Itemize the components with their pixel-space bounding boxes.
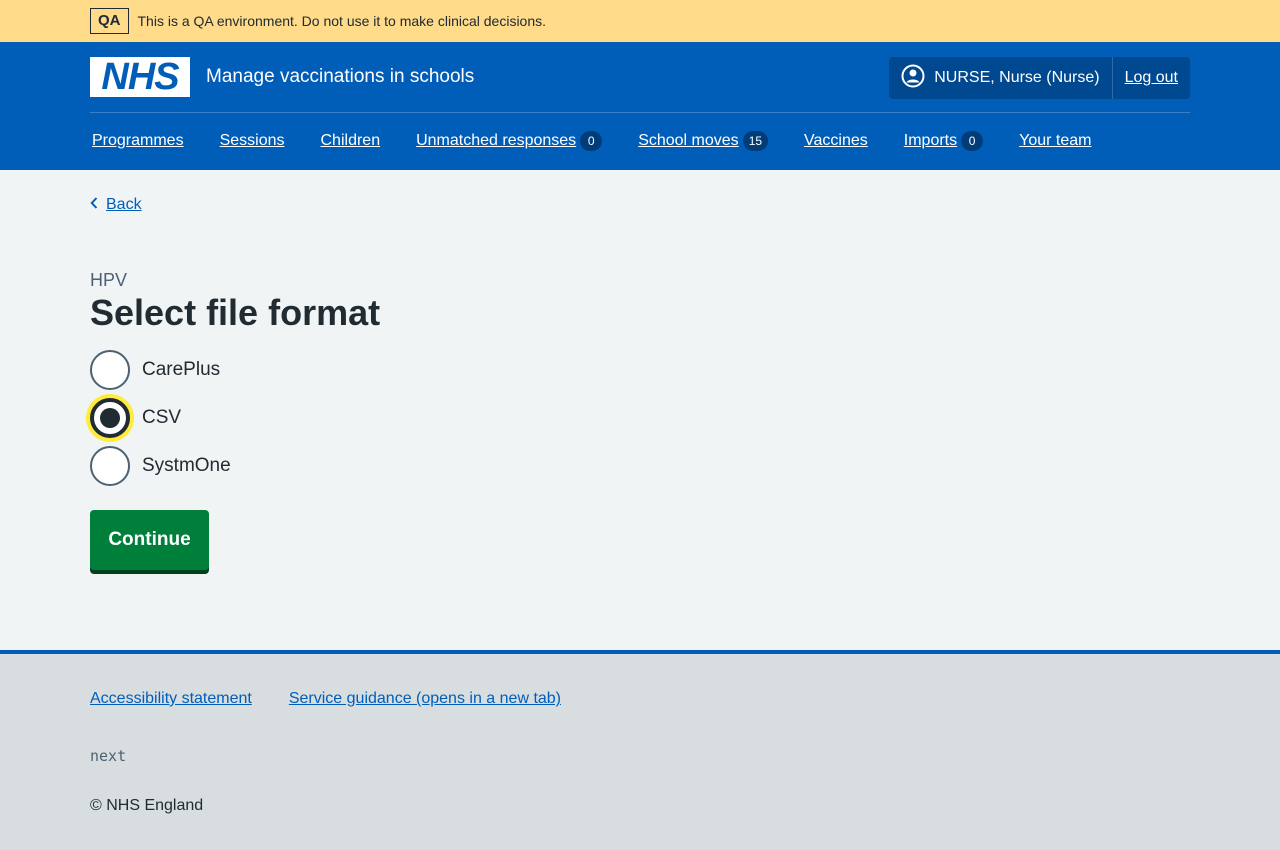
service-name[interactable]: Manage vaccinations in schools — [206, 66, 474, 88]
nav-item-vaccines[interactable]: Vaccines — [804, 132, 868, 150]
radio-csv[interactable]: CSV — [90, 398, 231, 438]
radio-careplus[interactable]: CarePlus — [90, 350, 231, 390]
account-menu: NURSE, Nurse (Nurse) Log out — [889, 57, 1190, 99]
back-link-label[interactable]: Back — [106, 196, 142, 214]
count-badge: 0 — [580, 131, 603, 151]
footer-link-accessibility[interactable]: Accessibility statement — [90, 690, 252, 708]
nav-item-children[interactable]: Children — [321, 132, 381, 150]
nav-item-imports[interactable]: Imports 0 — [904, 131, 984, 151]
app-version: next — [90, 747, 127, 765]
copyright: © NHS England — [90, 797, 204, 814]
nav-item-sessions[interactable]: Sessions — [220, 132, 285, 150]
chevron-left-icon — [90, 196, 98, 214]
nav-link-label[interactable]: Sessions — [220, 132, 285, 150]
back-link[interactable]: Back — [90, 196, 142, 214]
header-top: NHS Manage vaccinations in schools NURSE… — [90, 42, 1190, 113]
environment-banner: QA This is a QA environment. Do not use … — [0, 0, 1280, 42]
nav-link-label[interactable]: Your team — [1019, 132, 1091, 150]
footer-links: Accessibility statement Service guidance… — [90, 690, 598, 708]
nav-item-programmes[interactable]: Programmes — [92, 132, 184, 150]
radio-button[interactable] — [90, 350, 130, 390]
account-user-name: NURSE, Nurse (Nurse) — [934, 69, 1100, 86]
radio-label[interactable]: SystmOne — [142, 455, 231, 477]
nav-link-label[interactable]: Children — [321, 132, 381, 150]
site-footer: Accessibility statement Service guidance… — [0, 650, 1280, 850]
logout-link[interactable]: Log out — [1113, 69, 1190, 87]
environment-message: This is a QA environment. Do not use it … — [137, 13, 547, 29]
radio-button[interactable] — [90, 446, 130, 486]
primary-navigation: Programmes Sessions Children Unmatched r… — [90, 113, 1190, 169]
nav-item-school-moves[interactable]: School moves 15 — [638, 131, 769, 151]
nav-item-your-team[interactable]: Your team — [1019, 132, 1091, 150]
nav-link-label[interactable]: Vaccines — [804, 132, 868, 150]
nav-link-label[interactable]: Imports — [904, 132, 957, 150]
file-format-radios: CarePlus CSV SystmOne — [90, 350, 231, 494]
site-header: NHS Manage vaccinations in schools NURSE… — [0, 42, 1280, 170]
radio-systmone[interactable]: SystmOne — [90, 446, 231, 486]
environment-tag: QA — [90, 8, 129, 34]
nav-link-label[interactable]: School moves — [638, 132, 739, 150]
count-badge: 0 — [961, 131, 984, 151]
user-icon — [901, 64, 934, 93]
continue-button[interactable]: Continue — [90, 510, 209, 570]
page-caption: HPV — [90, 270, 128, 290]
page-title: Select file format — [90, 292, 381, 333]
main-content: Back HPV Select file format CarePlus CSV… — [0, 170, 1280, 650]
nav-link-label[interactable]: Programmes — [92, 132, 184, 150]
nav-item-unmatched-responses[interactable]: Unmatched responses 0 — [416, 131, 603, 151]
nav-link-label[interactable]: Unmatched responses — [416, 132, 576, 150]
footer-link-service-guidance[interactable]: Service guidance (opens in a new tab) — [289, 690, 561, 708]
radio-button-selected[interactable] — [90, 398, 130, 438]
radio-label[interactable]: CarePlus — [142, 359, 220, 381]
account-user: NURSE, Nurse (Nurse) — [889, 57, 1113, 99]
nhs-logo[interactable]: NHS — [90, 57, 190, 97]
radio-label[interactable]: CSV — [142, 407, 181, 429]
count-badge: 15 — [742, 131, 769, 151]
